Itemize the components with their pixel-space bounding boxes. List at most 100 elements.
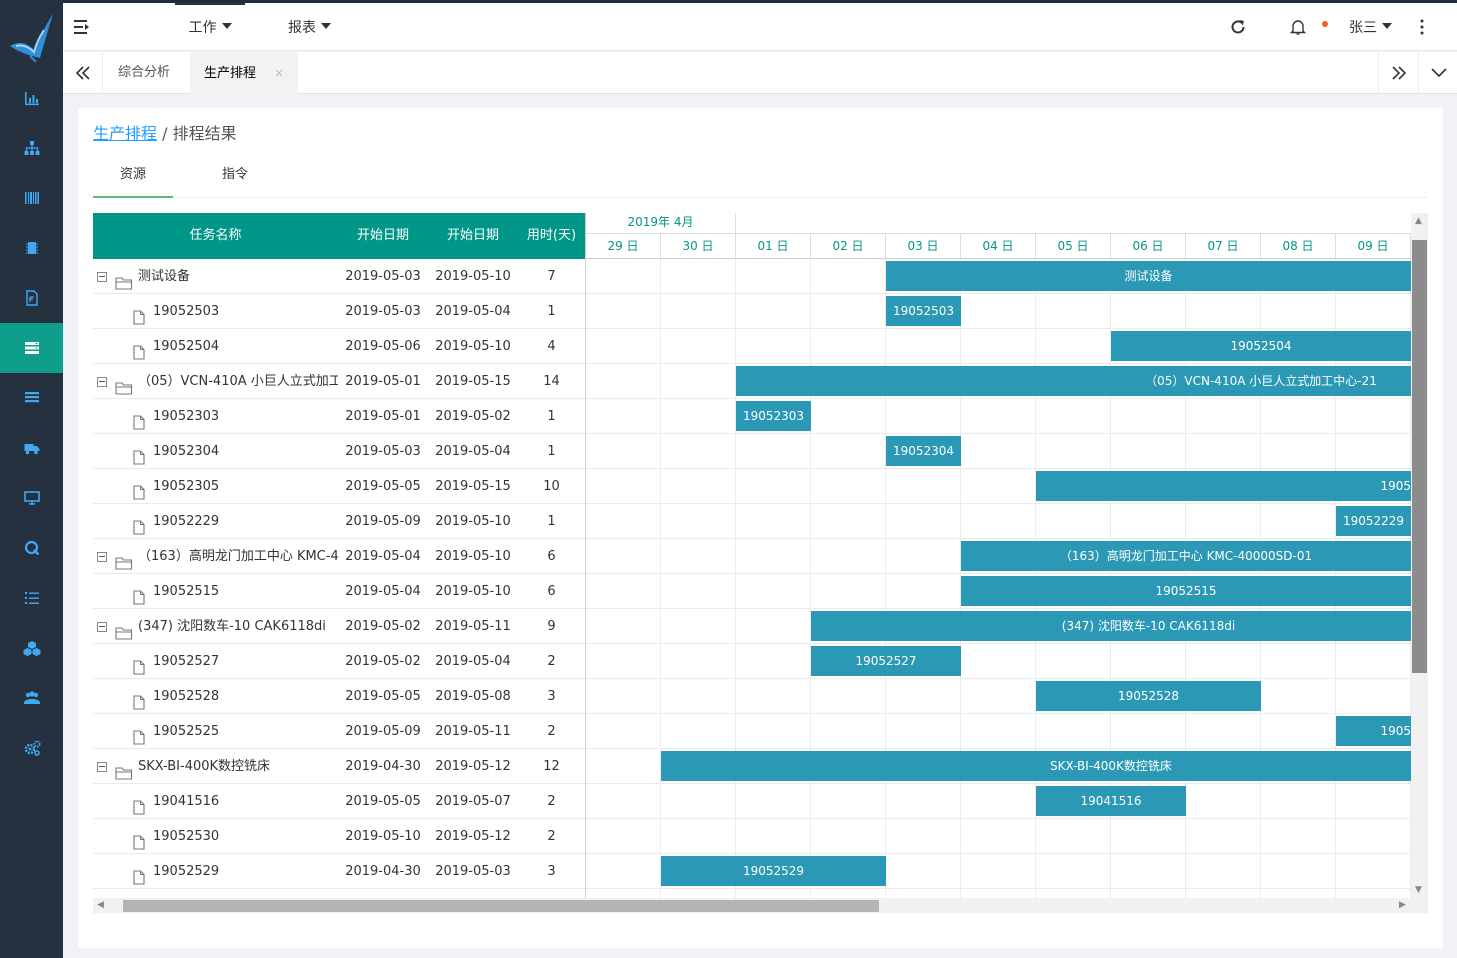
- start-date-cell: 2019-05-01: [345, 374, 421, 389]
- scroll-left-icon[interactable]: ◀: [97, 900, 104, 910]
- task-row[interactable]: 19052303 2019-05-01 2019-05-02 1: [93, 399, 585, 434]
- sidebar-item-sitemap[interactable]: [0, 123, 63, 173]
- scroll-up-icon[interactable]: ▲: [1415, 216, 1422, 226]
- sidebar-item-document[interactable]: [0, 273, 63, 323]
- col-header-duration[interactable]: 用时(天): [518, 213, 585, 259]
- task-row[interactable]: 19052528 2019-05-05 2019-05-08 3: [93, 679, 585, 714]
- collapse-toggle-icon[interactable]: [97, 377, 107, 387]
- task-name: 19052529: [153, 864, 220, 879]
- tab-close-icon[interactable]: ×: [274, 66, 284, 80]
- task-row[interactable]: 19041516 2019-05-05 2019-05-07 2: [93, 784, 585, 819]
- file-icon: [133, 864, 145, 889]
- chevron-down-icon: [321, 23, 331, 29]
- gantt-bar[interactable]: 19052529: [661, 856, 886, 886]
- horizontal-scrollbar[interactable]: ◀ ▶: [93, 898, 1428, 912]
- task-row[interactable]: 19052304 2019-05-03 2019-05-04 1: [93, 434, 585, 469]
- task-row[interactable]: 19052504 2019-05-06 2019-05-10 4: [93, 329, 585, 364]
- sidebar-item-users[interactable]: [0, 673, 63, 723]
- gantt-bar[interactable]: 19052528: [1036, 681, 1261, 711]
- task-row[interactable]: 19052527 2019-05-02 2019-05-04 2: [93, 644, 585, 679]
- col-header-task-name[interactable]: 任务名称: [93, 213, 338, 259]
- vertical-scroll-thumb[interactable]: [1412, 240, 1427, 673]
- sidebar-item-cubes[interactable]: [0, 623, 63, 673]
- timeline-day-header: 01 日: [736, 234, 811, 259]
- vertical-scrollbar[interactable]: ▲ ▼: [1411, 213, 1428, 899]
- end-date-cell: 2019-05-10: [435, 549, 511, 564]
- start-date-cell: 2019-05-09: [345, 514, 421, 529]
- tab-resource[interactable]: 资源: [93, 160, 173, 198]
- collapse-toggle-icon[interactable]: [97, 552, 107, 562]
- task-name: 19052528: [153, 689, 220, 704]
- refresh-icon[interactable]: [1229, 18, 1247, 36]
- group-row[interactable]: （163）高明龙门加工中心 KMC-4(2019-05-04 2019-05-10…: [93, 539, 585, 574]
- bell-icon[interactable]: [1289, 18, 1307, 36]
- gantt-bar[interactable]: 19052515: [961, 576, 1411, 606]
- tab-scheduling[interactable]: 生产排程 ×: [190, 52, 299, 94]
- sidebar-item-server[interactable]: [0, 323, 63, 373]
- nav-reports[interactable]: 报表: [288, 3, 331, 51]
- group-row[interactable]: SKX-BI-400K数控铣床 2019-04-30 2019-05-12 12: [93, 749, 585, 784]
- nav-work[interactable]: 工作: [175, 3, 245, 51]
- timeline-day-header: 05 日: [1036, 234, 1111, 259]
- gantt-bar[interactable]: 19052503: [886, 296, 961, 326]
- content-card: 生产排程 / 排程结果 资源 指令 任务名称 开始日期 开始日期 用时(天) 测…: [78, 108, 1443, 948]
- task-row[interactable]: 19052525 2019-05-09 2019-05-11 2: [93, 714, 585, 749]
- gantt-bar[interactable]: 19052304: [886, 436, 961, 466]
- user-menu[interactable]: 张三: [1349, 3, 1392, 51]
- task-row[interactable]: 19052305 2019-05-05 2019-05-15 10: [93, 469, 585, 504]
- sidebar-item-monitor[interactable]: [0, 473, 63, 523]
- group-row[interactable]: (347) 沈阳数车-10 CAK6118di 2019-05-02 2019-05…: [93, 609, 585, 644]
- task-row[interactable]: 19052530 2019-05-10 2019-05-12 2: [93, 819, 585, 854]
- sidebar-item-cogs[interactable]: [0, 723, 63, 773]
- collapse-toggle-icon[interactable]: [97, 762, 107, 772]
- scroll-right-icon[interactable]: ▶: [1399, 900, 1406, 910]
- menu-toggle-icon[interactable]: [73, 18, 91, 36]
- group-row[interactable]: 测试设备 2019-05-03 2019-05-10 7: [93, 259, 585, 294]
- sidebar-item-barcode[interactable]: [0, 173, 63, 223]
- tabs-scroll-left-button[interactable]: [63, 52, 103, 94]
- tab-instruction[interactable]: 指令: [195, 160, 275, 198]
- tabs-scroll-right-button[interactable]: [1378, 52, 1418, 94]
- gantt-bar[interactable]: 19041516: [1036, 786, 1186, 816]
- gantt-bar[interactable]: 19052504: [1111, 331, 1411, 361]
- group-row[interactable]: （05）VCN-410A 小巨人立式加工 2019-05-01 2019-05-15…: [93, 364, 585, 399]
- task-name: 测试设备: [138, 269, 191, 284]
- task-row[interactable]: 19052515 2019-05-04 2019-05-10 6: [93, 574, 585, 609]
- task-name-cell: 19052528: [93, 679, 338, 714]
- sidebar-item-task-list[interactable]: [0, 573, 63, 623]
- bird-logo-icon[interactable]: [6, 10, 56, 62]
- tabs-menu-button[interactable]: [1418, 52, 1457, 94]
- sidebar-item-bar-chart[interactable]: [0, 73, 63, 123]
- sidebar-item-truck[interactable]: [0, 423, 63, 473]
- gantt-bar[interactable]: SKX-BI-400K数控铣床: [661, 751, 1411, 781]
- sidebar-item-search-q[interactable]: [0, 523, 63, 573]
- task-name-cell: 19052303: [93, 399, 338, 434]
- end-date-cell: 2019-05-04: [435, 654, 511, 669]
- tab-analysis[interactable]: 综合分析: [104, 52, 184, 94]
- task-name: 19052504: [153, 339, 220, 354]
- gantt-bar[interactable]: 19052525: [1336, 716, 1411, 746]
- task-row[interactable]: 19052503 2019-05-03 2019-05-04 1: [93, 294, 585, 329]
- gantt-bar[interactable]: 19052303: [736, 401, 811, 431]
- horizontal-scroll-thumb[interactable]: [123, 900, 879, 912]
- gantt-bar[interactable]: 19052305: [1036, 471, 1411, 501]
- gantt-bar[interactable]: （05）VCN-410A 小巨人立式加工中心-21: [736, 366, 1411, 396]
- more-vertical-icon[interactable]: [1417, 18, 1427, 36]
- gantt-bar[interactable]: 19052527: [811, 646, 961, 676]
- gantt-bar[interactable]: （163）高明龙门加工中心 KMC-40000SD-01: [961, 541, 1411, 571]
- collapse-toggle-icon[interactable]: [97, 272, 107, 282]
- gantt-bar[interactable]: 测试设备: [886, 261, 1411, 291]
- gantt-bar[interactable]: 19052229: [1336, 506, 1411, 536]
- sidebar-item-list[interactable]: [0, 373, 63, 423]
- task-row[interactable]: 19052529 2019-04-30 2019-05-03 3: [93, 854, 585, 889]
- gantt-bar[interactable]: (347) 沈阳数车-10 CAK6118di: [811, 611, 1411, 641]
- col-header-start-date[interactable]: 开始日期: [338, 213, 428, 259]
- scroll-down-icon[interactable]: ▼: [1415, 885, 1422, 895]
- sidebar-item-chip[interactable]: [0, 223, 63, 273]
- task-row[interactable]: 19052229 2019-05-09 2019-05-10 1: [93, 504, 585, 539]
- file-icon: [133, 409, 145, 434]
- end-date-cell: 2019-05-10: [435, 584, 511, 599]
- breadcrumb-link[interactable]: 生产排程: [93, 124, 157, 143]
- col-header-end-date[interactable]: 开始日期: [428, 213, 518, 259]
- collapse-toggle-icon[interactable]: [97, 622, 107, 632]
